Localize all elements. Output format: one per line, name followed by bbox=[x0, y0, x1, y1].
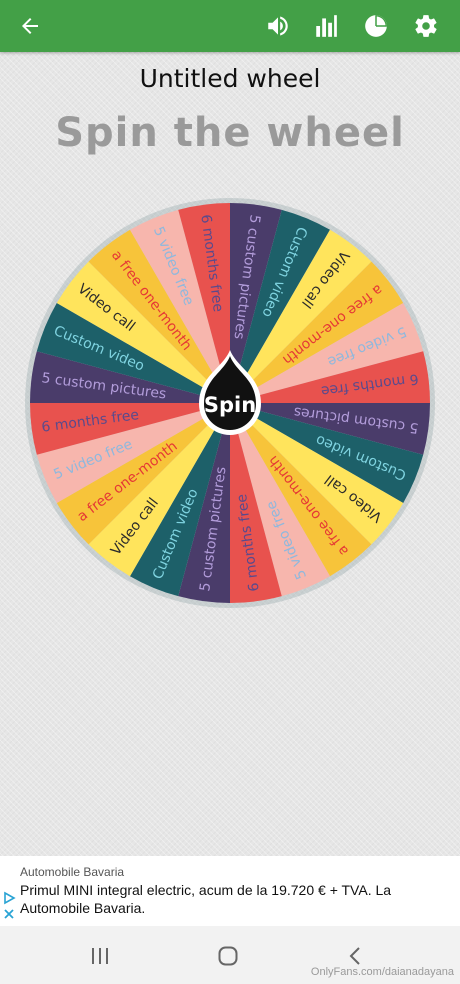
app-bar bbox=[0, 0, 460, 52]
recent-apps-button[interactable] bbox=[86, 942, 114, 970]
back-icon bbox=[349, 947, 360, 965]
close-icon[interactable] bbox=[2, 907, 16, 921]
gear-icon bbox=[415, 15, 437, 37]
spin-heading: Spin the wheel bbox=[55, 110, 405, 156]
bar-chart-icon bbox=[316, 15, 337, 37]
ad-choices-icon[interactable] bbox=[2, 891, 16, 905]
wheel[interactable]: 5 custom pictures Custom video Video call a… bbox=[25, 198, 435, 608]
spin-label: Spin bbox=[204, 393, 256, 417]
home-button[interactable] bbox=[214, 942, 242, 970]
settings-button[interactable] bbox=[406, 6, 446, 46]
sound-button[interactable] bbox=[258, 6, 298, 46]
back-button[interactable] bbox=[10, 6, 50, 46]
stats-button[interactable] bbox=[306, 6, 346, 46]
ad-banner[interactable]: Automobile Bavaria Primul MINI integral … bbox=[0, 856, 460, 926]
recent-apps-icon bbox=[92, 948, 108, 964]
arrow-left-icon bbox=[22, 18, 38, 34]
volume-icon bbox=[268, 16, 288, 36]
results-button[interactable] bbox=[356, 6, 396, 46]
wheel-graphic: 5 custom picturesCustom videoVideo calla… bbox=[25, 198, 435, 608]
ad-text[interactable]: Primul MINI integral electric, acum de l… bbox=[20, 881, 440, 917]
watermark: OnlyFans.com/daianadayana bbox=[310, 966, 454, 978]
home-icon bbox=[218, 946, 238, 966]
pie-chart-icon bbox=[365, 15, 387, 37]
ad-advertiser: Automobile Bavaria bbox=[20, 865, 125, 879]
ad-controls bbox=[0, 891, 16, 921]
wheel-title[interactable]: Untitled wheel bbox=[0, 64, 460, 93]
